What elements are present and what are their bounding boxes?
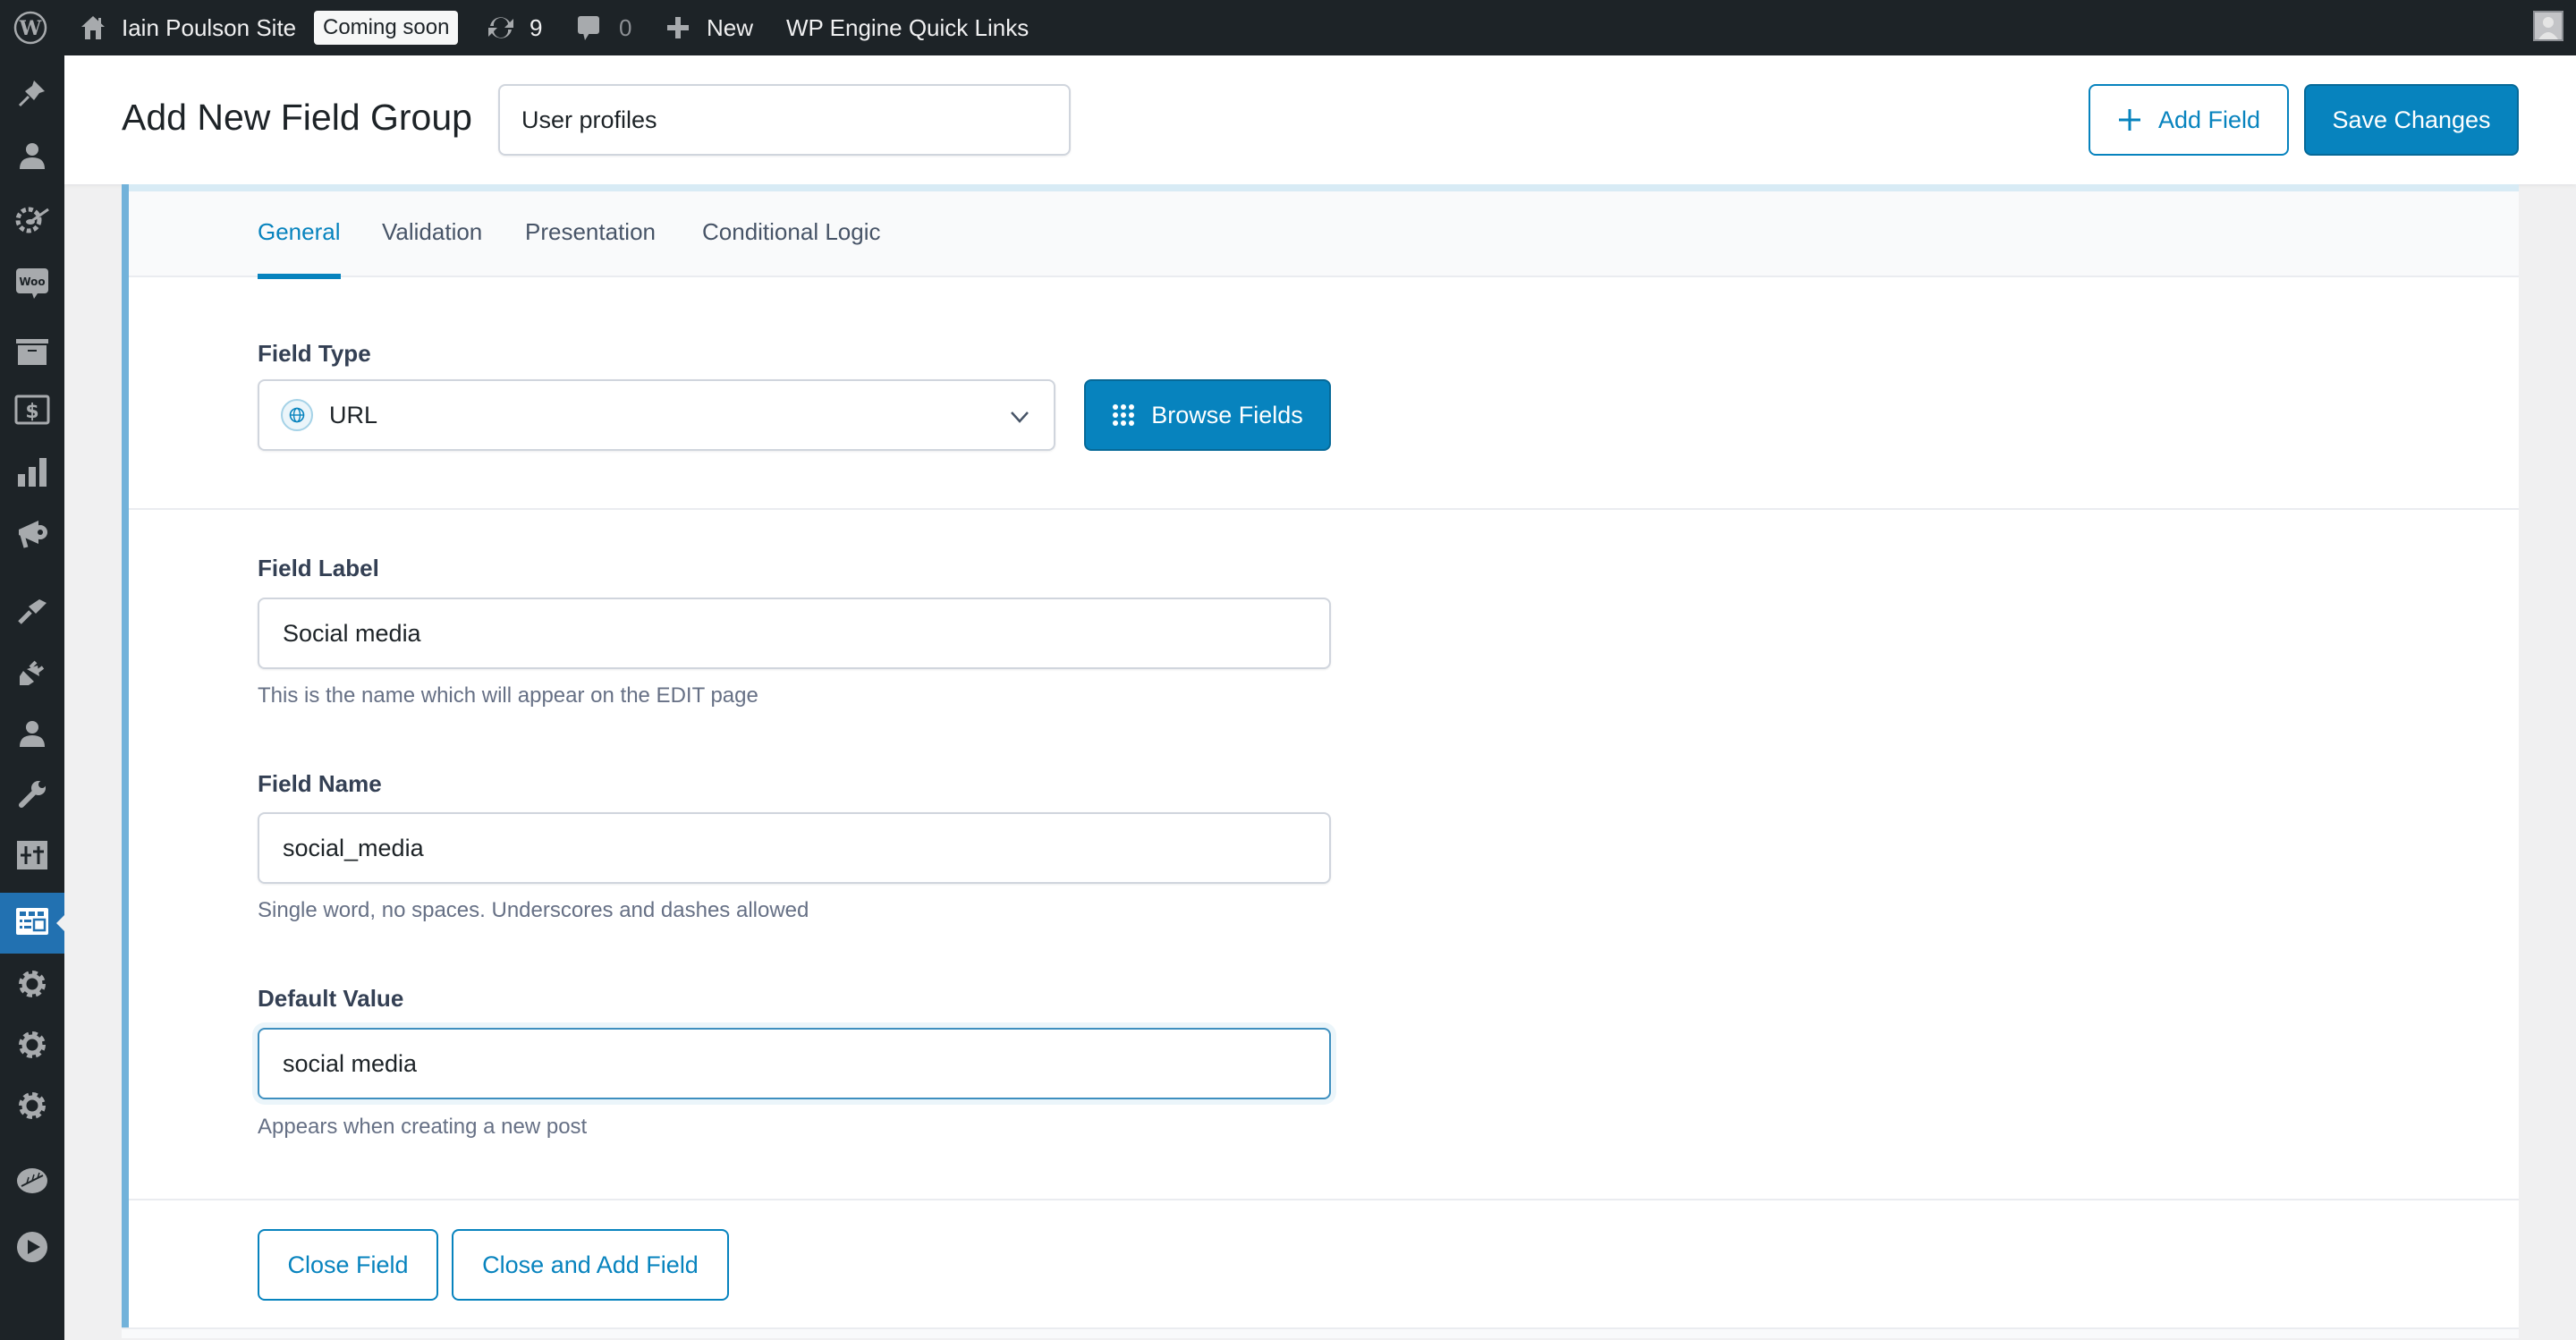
sidebar-item-acf[interactable] bbox=[0, 893, 64, 954]
coming-soon-badge[interactable]: Coming soon bbox=[314, 0, 459, 55]
user-avatar[interactable] bbox=[2533, 11, 2563, 41]
sidebar-item-settings-3[interactable] bbox=[0, 1077, 64, 1138]
default-value-help: Appears when creating a new post bbox=[258, 1115, 588, 1139]
gear-brush-icon bbox=[13, 200, 52, 241]
field-tabs: General Validation Presentation Conditio… bbox=[129, 191, 2519, 279]
sidebar-item-media-player[interactable] bbox=[0, 1218, 64, 1279]
user-icon bbox=[16, 140, 48, 176]
default-value-input[interactable] bbox=[258, 1028, 1331, 1099]
sidebar-item-users[interactable] bbox=[0, 705, 64, 766]
users-icon bbox=[16, 717, 48, 754]
plus-icon bbox=[665, 15, 691, 40]
field-label-input[interactable] bbox=[258, 598, 1331, 669]
new-content-link[interactable]: New bbox=[665, 0, 753, 55]
field-name-help: Single word, no spaces. Underscores and … bbox=[258, 898, 809, 922]
gear-icon bbox=[16, 1029, 48, 1065]
gear-icon bbox=[16, 1090, 48, 1126]
sidebar-item-plugins[interactable] bbox=[0, 644, 64, 705]
field-type-value: URL bbox=[329, 401, 378, 428]
gear-icon bbox=[16, 968, 48, 1005]
sidebar-item-products[interactable] bbox=[0, 324, 64, 385]
acf-fields-icon bbox=[16, 907, 48, 939]
sidebar-item-appearance[interactable] bbox=[0, 583, 64, 644]
sidebar-item-settings-2[interactable] bbox=[0, 1016, 64, 1077]
svg-text:Woo: Woo bbox=[19, 276, 45, 288]
leaf-icon bbox=[16, 1166, 48, 1200]
svg-text:$: $ bbox=[25, 401, 38, 423]
field-type-label: Field Type bbox=[258, 340, 371, 367]
sidebar-item-analytics[interactable] bbox=[0, 444, 64, 505]
field-label-label: Field Label bbox=[258, 555, 379, 581]
add-field-button[interactable]: Add Field bbox=[2089, 84, 2289, 156]
tab-conditional-logic[interactable]: Conditional Logic bbox=[702, 218, 880, 277]
dollar-icon: $ bbox=[14, 394, 50, 429]
page-header: Add New Field Group Add Field Save Chang… bbox=[64, 55, 2576, 184]
sidebar-item-tools[interactable] bbox=[0, 766, 64, 827]
field-label-help: This is the name which will appear on th… bbox=[258, 683, 758, 708]
comments-count: 0 bbox=[619, 13, 632, 41]
sidebar-item-profile[interactable] bbox=[0, 127, 64, 188]
section-divider bbox=[129, 1199, 2519, 1200]
add-field-label: Add Field bbox=[2157, 106, 2261, 133]
pin-icon bbox=[16, 77, 48, 114]
refresh-icon bbox=[485, 13, 517, 42]
default-value-label: Default Value bbox=[258, 985, 404, 1012]
megaphone-icon bbox=[15, 517, 49, 554]
site-name-link[interactable]: Iain Poulson Site bbox=[79, 0, 296, 55]
svg-text:W: W bbox=[19, 17, 42, 40]
sidebar-item-leaf[interactable] bbox=[0, 1152, 64, 1213]
sliders-icon bbox=[17, 840, 47, 874]
home-icon bbox=[79, 13, 107, 42]
panel-top-strip bbox=[129, 184, 2519, 191]
sidebar-item-payments[interactable]: $ bbox=[0, 381, 64, 442]
browse-fields-label: Browse Fields bbox=[1151, 401, 1303, 428]
field-type-select[interactable]: URL bbox=[258, 379, 1055, 451]
chevron-down-icon bbox=[1007, 404, 1032, 434]
wordpress-logo-icon[interactable]: W bbox=[13, 0, 48, 55]
globe-icon bbox=[281, 399, 313, 431]
panel-bottom-edge bbox=[122, 1327, 2519, 1338]
admin-sidebar: Woo $ bbox=[0, 55, 64, 1340]
site-name: Iain Poulson Site bbox=[122, 13, 297, 41]
browse-fields-button[interactable]: Browse Fields bbox=[1084, 379, 1331, 451]
woo-icon: Woo bbox=[14, 265, 50, 305]
archive-icon bbox=[16, 338, 48, 370]
close-and-add-field-button[interactable]: Close and Add Field bbox=[452, 1229, 729, 1301]
tab-general[interactable]: General bbox=[258, 218, 341, 279]
play-icon bbox=[16, 1231, 48, 1268]
field-settings-panel: General Validation Presentation Conditio… bbox=[122, 184, 2519, 1338]
tab-validation[interactable]: Validation bbox=[382, 218, 482, 277]
field-name-label: Field Name bbox=[258, 770, 382, 797]
comment-icon bbox=[576, 13, 601, 42]
sidebar-item-settings-sliders[interactable] bbox=[0, 827, 64, 887]
sidebar-item-posts[interactable] bbox=[0, 64, 64, 125]
new-label: New bbox=[707, 13, 754, 41]
updates-link[interactable]: 9 bbox=[485, 0, 542, 55]
wp-engine-quick-links[interactable]: WP Engine Quick Links bbox=[786, 0, 1029, 55]
grid-icon bbox=[1112, 403, 1135, 427]
tab-presentation[interactable]: Presentation bbox=[525, 218, 656, 277]
sidebar-item-marketing[interactable] bbox=[0, 505, 64, 565]
close-field-button[interactable]: Close Field bbox=[258, 1229, 438, 1301]
wrench-icon bbox=[16, 778, 48, 815]
section-divider bbox=[129, 508, 2519, 510]
field-group-title-input[interactable] bbox=[498, 84, 1071, 156]
save-changes-button[interactable]: Save Changes bbox=[2304, 84, 2519, 156]
page-title: Add New Field Group bbox=[122, 97, 472, 138]
sidebar-item-customizer[interactable] bbox=[0, 190, 64, 250]
sidebar-item-woocommerce[interactable]: Woo bbox=[0, 254, 64, 315]
sidebar-item-settings-1[interactable] bbox=[0, 955, 64, 1016]
comments-link[interactable]: 0 bbox=[576, 0, 631, 55]
admin-bar: W Iain Poulson Site Coming soon 9 0 New … bbox=[0, 0, 2576, 55]
brush-icon bbox=[16, 596, 48, 632]
bar-chart-icon bbox=[17, 457, 47, 491]
field-name-input[interactable] bbox=[258, 812, 1331, 884]
plus-icon bbox=[2117, 107, 2142, 132]
plug-icon bbox=[16, 657, 48, 693]
updates-count: 9 bbox=[530, 13, 543, 41]
